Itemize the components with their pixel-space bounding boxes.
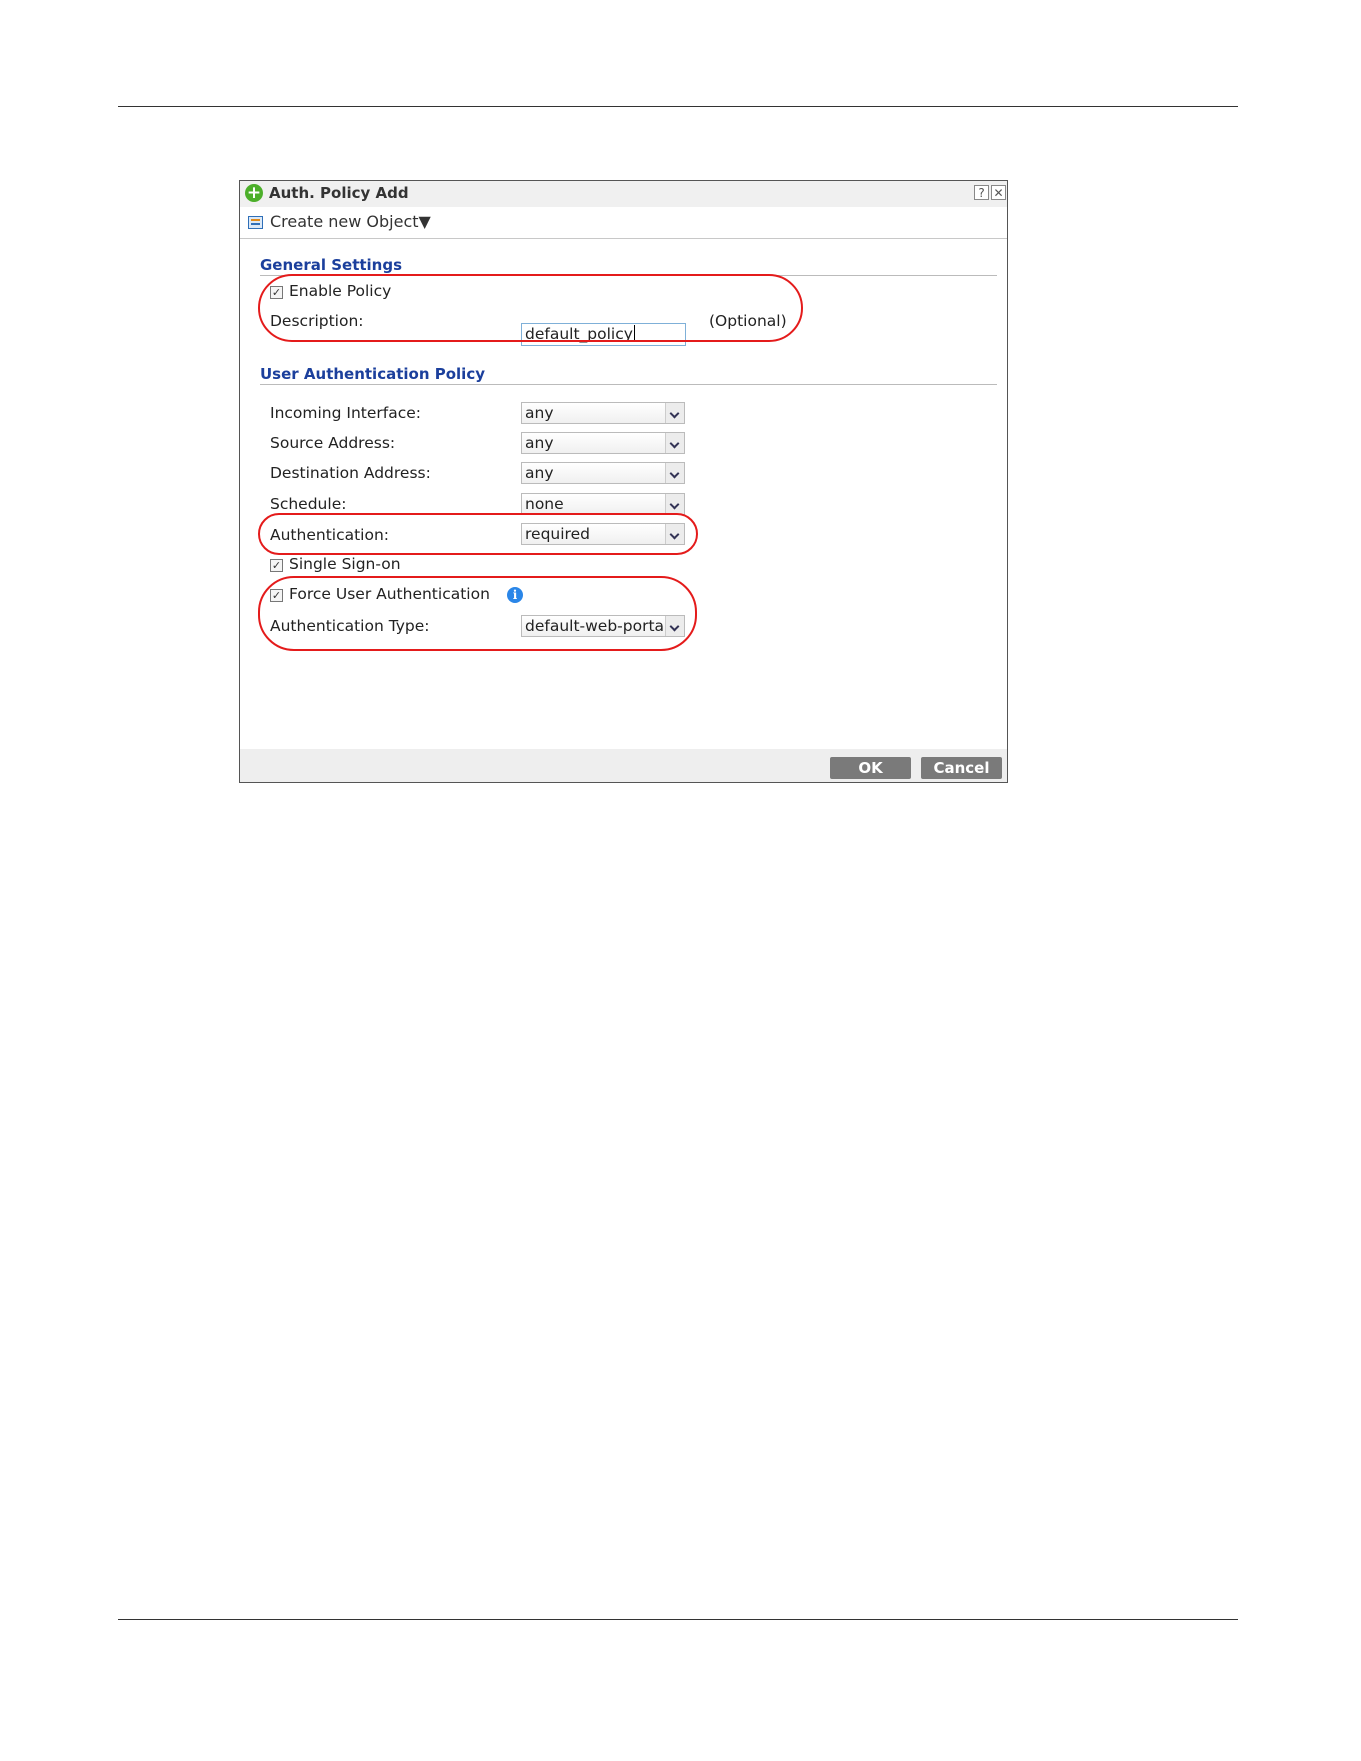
source-address-value: any xyxy=(525,434,554,452)
ok-button[interactable]: OK xyxy=(830,757,911,779)
dialog-toolbar: Create new Object▼ xyxy=(240,207,1007,239)
chevron-down-icon xyxy=(665,463,684,483)
schedule-select[interactable]: none xyxy=(521,493,685,515)
destination-address-select[interactable]: any xyxy=(521,462,685,484)
schedule-value: none xyxy=(525,495,564,513)
single-sign-on-label: Single Sign-on xyxy=(289,555,401,573)
dialog-title: Auth. Policy Add xyxy=(269,184,409,202)
close-icon[interactable]: ✕ xyxy=(991,185,1006,200)
chevron-down-icon xyxy=(665,433,684,453)
destination-address-label: Destination Address: xyxy=(270,464,431,482)
destination-address-value: any xyxy=(525,464,554,482)
highlight-oval-general xyxy=(258,274,803,342)
source-address-label: Source Address: xyxy=(270,434,396,452)
highlight-oval-force-auth xyxy=(258,576,697,651)
cancel-button[interactable]: Cancel xyxy=(921,757,1002,779)
dialog-footer: OK Cancel xyxy=(240,749,1007,782)
user-auth-policy-section: User Authentication Policy xyxy=(260,364,997,385)
user-auth-policy-heading: User Authentication Policy xyxy=(260,365,485,383)
highlight-oval-authentication xyxy=(258,513,698,555)
general-settings-section: General Settings xyxy=(260,255,997,276)
source-address-select[interactable]: any xyxy=(521,432,685,454)
add-icon: + xyxy=(245,183,263,203)
object-icon xyxy=(248,216,263,229)
chevron-down-icon xyxy=(665,403,684,423)
create-new-object-label: Create new Object▼ xyxy=(270,212,431,231)
help-icon[interactable]: ? xyxy=(974,185,989,200)
dialog-titlebar: + Auth. Policy Add ? ✕ xyxy=(240,181,1007,207)
chevron-down-icon xyxy=(665,494,684,514)
auth-policy-add-dialog: + Auth. Policy Add ? ✕ Create new Object… xyxy=(239,180,1008,783)
schedule-label: Schedule: xyxy=(270,495,347,513)
incoming-interface-label: Incoming Interface: xyxy=(270,404,422,422)
single-sign-on-checkbox[interactable]: ✓ xyxy=(270,559,283,572)
page-top-rule xyxy=(118,106,1238,107)
incoming-interface-select[interactable]: any xyxy=(521,402,685,424)
page-bottom-rule xyxy=(118,1619,1238,1620)
general-settings-heading: General Settings xyxy=(260,256,403,274)
incoming-interface-value: any xyxy=(525,404,554,422)
